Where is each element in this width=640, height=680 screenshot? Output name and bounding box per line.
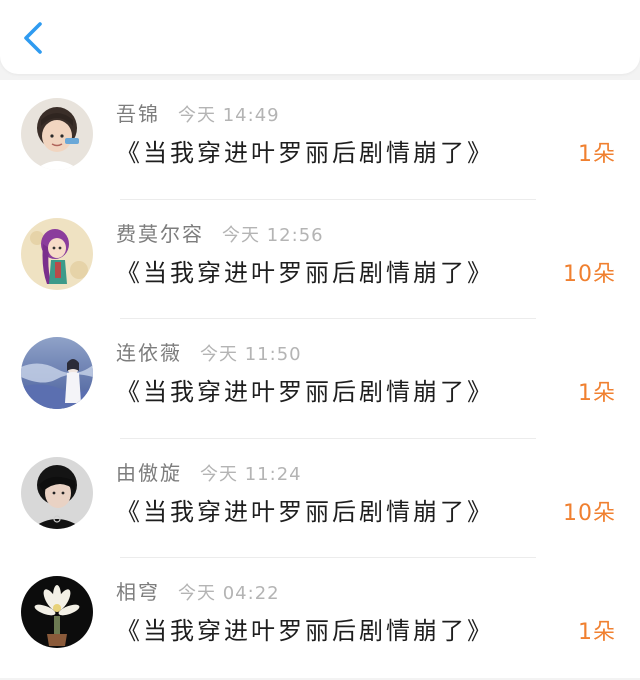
timestamp: 今天 14:49 [178, 105, 280, 126]
avatar-photo-boy [21, 98, 93, 170]
row-meta: 由傲旋 今天 11:24 [116, 459, 302, 487]
avatar[interactable] [21, 98, 93, 170]
flower-count: 1朵 [578, 142, 616, 167]
flower-count: 1朵 [578, 620, 616, 646]
sender-name: 吾锦 [116, 102, 160, 126]
timestamp: 今天 11:24 [200, 463, 302, 485]
timestamp: 今天 12:56 [222, 224, 324, 246]
sender-name: 由傲旋 [116, 460, 182, 485]
gift-list: 吾锦 今天 14:49 《当我穿进叶罗丽后剧情崩了》 1朵 费莫尔容 今天 12:5… [0, 80, 640, 678]
sender-name: 连依薇 [116, 341, 182, 366]
flower-count: 1朵 [578, 381, 616, 407]
avatar-photo-sea [21, 337, 93, 410]
book-title: 《当我穿进叶罗丽后剧情崩了》 [116, 617, 494, 646]
sender-name: 费莫尔容 [116, 221, 204, 246]
chevron-left-icon [24, 22, 42, 54]
avatar-photo-flower [21, 576, 93, 649]
book-title: 《当我穿进叶罗丽后剧情崩了》 [116, 378, 494, 407]
list-item[interactable]: 连依薇 今天 11:50 《当我穿进叶罗丽后剧情崩了》 1朵 [0, 319, 640, 439]
flower-count: 10朵 [563, 261, 616, 287]
list-item[interactable]: 相穹 今天 04:22 《当我穿进叶罗丽后剧情崩了》 1朵 [0, 558, 640, 678]
avatar[interactable] [21, 456, 93, 529]
list-item[interactable]: 费莫尔容 今天 12:56 《当我穿进叶罗丽后剧情崩了》 10朵 [0, 199, 640, 320]
book-title: 《当我穿进叶罗丽后剧情崩了》 [116, 258, 494, 287]
avatar[interactable] [21, 337, 93, 410]
book-title: 《当我穿进叶罗丽后剧情崩了》 [116, 497, 494, 526]
timestamp: 今天 04:22 [178, 583, 280, 605]
row-meta: 费莫尔容 今天 12:56 [116, 220, 324, 248]
top-bar [0, 0, 640, 74]
avatar-illustration-purple-hair [21, 217, 93, 290]
sender-name: 相穹 [116, 580, 160, 605]
list-item[interactable]: 由傲旋 今天 11:24 《当我穿进叶罗丽后剧情崩了》 10朵 [0, 438, 640, 559]
avatar[interactable] [21, 217, 93, 290]
row-meta: 相穹 今天 04:22 [116, 578, 280, 606]
avatar-photo-dark-hair [21, 456, 93, 529]
timestamp: 今天 11:50 [200, 344, 302, 366]
list-item[interactable]: 吾锦 今天 14:49 《当我穿进叶罗丽后剧情崩了》 1朵 [0, 80, 640, 200]
row-meta: 吾锦 今天 14:49 [116, 100, 280, 128]
book-title: 《当我穿进叶罗丽后剧情崩了》 [116, 139, 494, 167]
flower-count: 10朵 [563, 500, 616, 526]
avatar[interactable] [21, 576, 93, 649]
back-button[interactable] [14, 18, 54, 58]
row-meta: 连依薇 今天 11:50 [116, 339, 302, 367]
